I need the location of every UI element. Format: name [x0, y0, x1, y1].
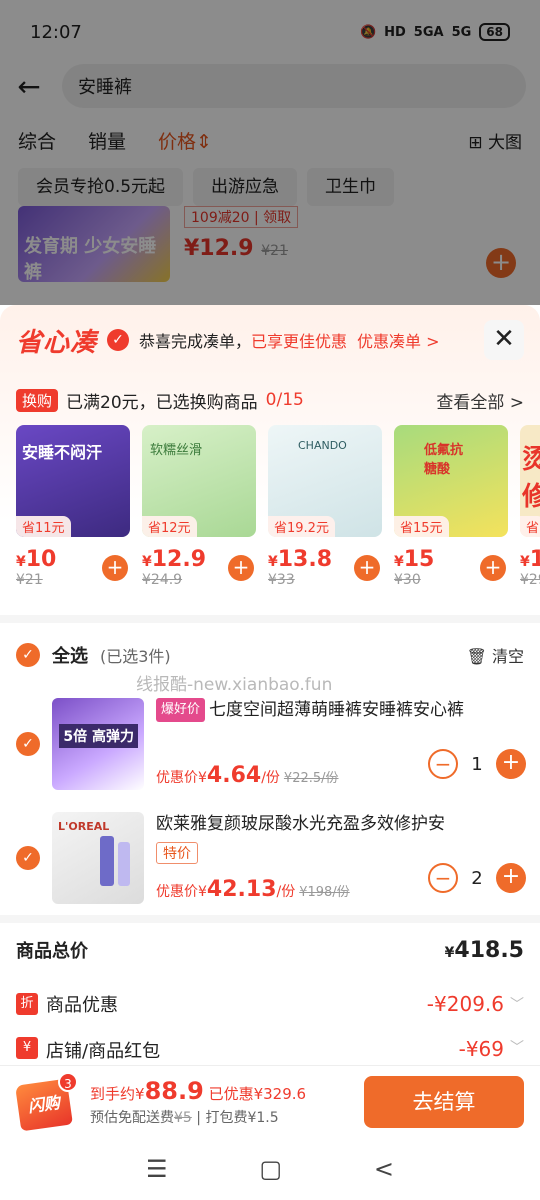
home-icon[interactable]: ▢ — [259, 1155, 282, 1183]
back-icon[interactable]: < — [374, 1155, 394, 1183]
product-image: 低氟抗糖酸 省15元 — [394, 425, 508, 537]
product-image: CHANDO 省19.2元 — [268, 425, 382, 537]
coupon-icon: ¥ — [16, 1037, 38, 1059]
discount-value: -¥209.6 — [426, 992, 504, 1016]
product-image: 软糯丝滑 省12元 — [142, 425, 256, 537]
store-coupon-value: -¥69 — [458, 1037, 504, 1061]
chevron-down-icon: ﹀ — [510, 1040, 524, 1056]
add-swap-button[interactable]: + — [480, 555, 506, 581]
item-checkbox[interactable]: ✓ — [16, 846, 40, 870]
product-image: 5倍 高弹力 — [52, 698, 144, 790]
save-badge: 省15元 — [394, 516, 449, 537]
store-coupon-label: 店铺/商品红包 — [46, 1041, 161, 1061]
promo-header: 省心凑 ✓ 恭喜完成凑单，已享更佳优惠 优惠凑单 > ✕ — [0, 305, 540, 375]
store-coupon-row[interactable]: ¥ 店铺/商品红包 -¥69 ﹀ — [0, 1031, 540, 1061]
checkout-bar: 闪购 3 到手约¥88.9 已优惠¥329.6 预估免配送费¥5 | 打包费¥1… — [0, 1065, 540, 1137]
flash-count-badge: 3 — [58, 1071, 78, 1092]
promo-message: 恭喜完成凑单，已享更佳优惠 — [139, 332, 348, 351]
trash-icon: 🗑 — [466, 647, 487, 666]
quantity-stepper: − 1 + — [428, 749, 526, 779]
promo-section: 省心凑 ✓ 恭喜完成凑单，已享更佳优惠 优惠凑单 > ✕ 换购 已满20元，已选… — [0, 305, 540, 615]
swap-price: ¥1 — [520, 547, 540, 572]
discount-label: 商品优惠 — [46, 995, 118, 1016]
product-image: 烫修 省 — [520, 425, 540, 537]
save-badge: 省12元 — [142, 516, 197, 537]
swap-count: 0/15 — [265, 390, 304, 410]
save-badge: 省11元 — [16, 516, 71, 537]
product-image: 安睡不闷汗 省11元 — [16, 425, 130, 537]
save-badge: 省 — [520, 516, 540, 537]
system-nav-bar: ☰ ▢ < — [0, 1137, 540, 1200]
quantity-value: 2 — [471, 867, 483, 889]
product-title[interactable]: 爆好价 七度空间超薄萌睡裤安睡裤安心裤 — [156, 698, 524, 722]
close-icon: ✕ — [493, 324, 515, 354]
increase-button[interactable]: + — [496, 863, 526, 893]
special-price-tag: 特价 — [156, 842, 198, 864]
swap-orig-price: ¥29 — [520, 572, 540, 588]
selected-count: (已选3件) — [100, 647, 171, 666]
item-checkbox[interactable]: ✓ — [16, 732, 40, 756]
swap-list: 安睡不闷汗 省11元 ¥10 ¥21 + 软糯丝滑 省12元 ¥12.9 ¥24… — [0, 425, 540, 588]
discount-row[interactable]: 折 商品优惠 -¥209.6 ﹀ — [0, 977, 540, 1031]
swap-card[interactable]: 软糯丝滑 省12元 ¥12.9 ¥24.9 + — [142, 425, 256, 588]
swap-card[interactable]: 烫修 省 ¥1 ¥29 — [520, 425, 540, 588]
watermark: 线报酷-new.xianbao.fun — [136, 675, 333, 695]
add-swap-button[interactable]: + — [102, 555, 128, 581]
decrease-button[interactable]: − — [428, 749, 458, 779]
swap-card[interactable]: 低氟抗糖酸 省15元 ¥15 ¥30 + — [394, 425, 508, 588]
divider — [0, 615, 540, 623]
quantity-value: 1 — [471, 753, 483, 775]
product-title[interactable]: 欧莱雅复颜玻尿酸水光充盈多效修护安 — [156, 812, 524, 836]
total-label: 商品总价 — [16, 941, 88, 962]
swap-row: 换购 已满20元，已选换购商品 0/15 查看全部 > — [0, 375, 540, 425]
decrease-button[interactable]: − — [428, 863, 458, 893]
swap-card[interactable]: CHANDO 省19.2元 ¥13.8 ¥33 + — [268, 425, 382, 588]
select-all-label[interactable]: 全选 — [52, 642, 88, 668]
discount-icon: 折 — [16, 993, 38, 1015]
view-all-link[interactable]: 查看全部 > — [436, 388, 524, 413]
swap-text: 已满20元，已选换购商品 — [66, 392, 258, 413]
check-icon: ✓ — [107, 329, 130, 351]
overlay-mask[interactable] — [0, 0, 540, 305]
cart-item: ✓ 5倍 高弹力 爆好价 七度空间超薄萌睡裤安睡裤安心裤 优惠价¥4.64/份 ¥2… — [0, 687, 540, 801]
product-image: L'OREAL — [52, 812, 144, 904]
cart-item: ✓ L'OREAL 欧莱雅复颜玻尿酸水光充盈多效修护安 特价 优惠价¥42.13… — [0, 801, 540, 915]
add-swap-button[interactable]: + — [228, 555, 254, 581]
menu-icon[interactable]: ☰ — [146, 1155, 168, 1183]
quantity-stepper: − 2 + — [428, 863, 526, 893]
total-row: 商品总价 ¥418.5 — [0, 923, 540, 977]
select-all-checkbox[interactable]: ✓ — [16, 643, 40, 667]
save-badge: 省19.2元 — [268, 516, 335, 537]
to-hand-price: 到手约¥88.9 已优惠¥329.6 — [90, 1076, 307, 1105]
total-value: ¥418.5 — [444, 937, 524, 963]
clear-button[interactable]: 🗑 清空 — [467, 643, 524, 667]
increase-button[interactable]: + — [496, 749, 526, 779]
product-price: 优惠价¥4.64/份 ¥22.5/份 — [156, 763, 339, 788]
flash-cart-icon[interactable]: 闪购 3 — [15, 1071, 78, 1131]
promo-brand: 省心凑 — [16, 327, 98, 358]
product-price: 优惠价¥42.13/份 ¥198/份 — [156, 877, 350, 902]
swap-tag: 换购 — [16, 388, 59, 412]
checkout-totals: 到手约¥88.9 已优惠¥329.6 预估免配送费¥5 | 打包费¥1.5 — [90, 1077, 306, 1127]
delivery-info: 预估免配送费¥5 | 打包费¥1.5 — [90, 1109, 279, 1126]
divider — [0, 915, 540, 923]
swap-card[interactable]: 安睡不闷汗 省11元 ¥10 ¥21 + — [16, 425, 130, 588]
promo-link[interactable]: 优惠凑单 > — [357, 328, 440, 352]
chevron-down-icon: ﹀ — [510, 997, 524, 1013]
deal-badge: 爆好价 — [156, 698, 206, 722]
close-button[interactable]: ✕ — [484, 320, 524, 360]
checkout-button[interactable]: 去结算 — [364, 1075, 524, 1128]
add-swap-button[interactable]: + — [354, 555, 380, 581]
